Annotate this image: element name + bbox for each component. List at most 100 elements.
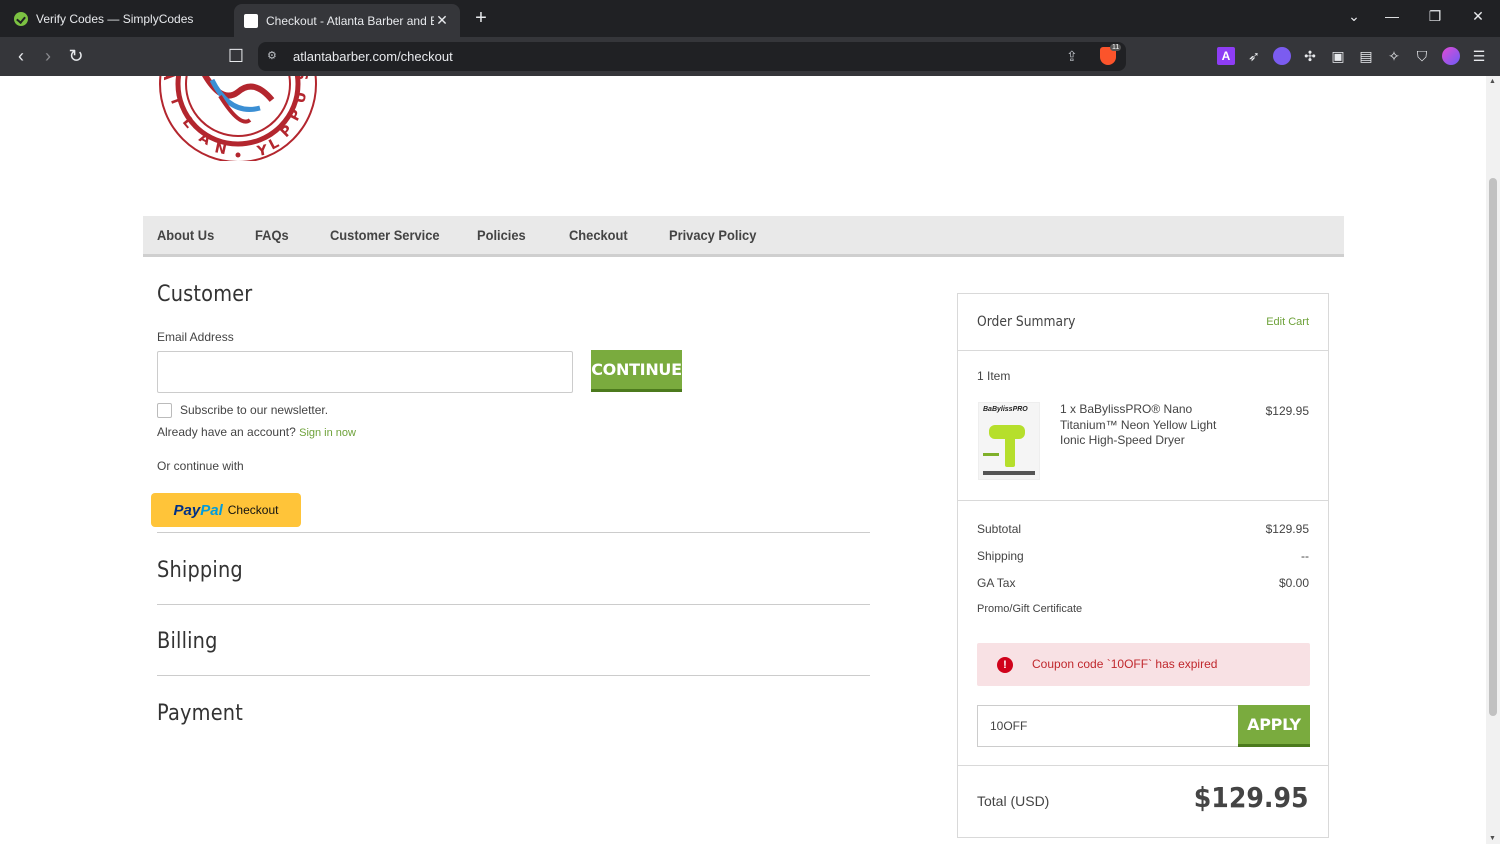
tab-simplycodes[interactable]: Verify Codes — SimplyCodes: [4, 4, 226, 33]
sign-in-link[interactable]: Sign in now: [299, 427, 356, 439]
promo-gift-link[interactable]: Promo/Gift Certificate: [977, 603, 1309, 615]
subtotal-row: Subtotal $129.95: [977, 522, 1309, 536]
product-image: BaBylissPRO: [978, 402, 1040, 480]
continue-with-label: Or continue with: [157, 459, 244, 473]
shipping-heading: Shipping: [157, 558, 243, 583]
shields-count-badge: 11: [1110, 44, 1122, 51]
svg-text:P: P: [286, 107, 305, 124]
reload-button[interactable]: ↻: [65, 45, 87, 67]
new-tab-button[interactable]: +: [470, 7, 492, 30]
close-window-button[interactable]: ✕: [1468, 8, 1488, 25]
checkout-page: A T L A N Y L P P U S About Us FAQs Cust…: [0, 76, 1486, 844]
subtotal-label: Subtotal: [977, 522, 1022, 536]
newsletter-label[interactable]: Subscribe to our newsletter.: [180, 403, 328, 417]
divider: [157, 675, 870, 676]
email-field[interactable]: [157, 351, 573, 393]
item-count: 1 Item: [977, 369, 1011, 383]
address-bar[interactable]: ⚙ atlantabarber.com/checkout ⇪ 11: [258, 42, 1126, 71]
coupon-code-input[interactable]: 10OFF: [977, 705, 1239, 747]
svg-text:A: A: [160, 76, 179, 81]
profile-avatar-icon[interactable]: [1442, 47, 1460, 65]
tab-search-chevron-icon[interactable]: ⌄: [1344, 8, 1364, 25]
divider: [958, 350, 1328, 351]
scroll-up-icon[interactable]: ▲: [1489, 78, 1496, 85]
product-brand: BaBylissPRO: [983, 406, 1028, 413]
svg-text:U: U: [292, 90, 310, 104]
divider: [157, 532, 870, 533]
scroll-down-icon[interactable]: ▼: [1489, 835, 1496, 842]
edit-cart-link[interactable]: Edit Cart: [1266, 316, 1309, 328]
order-summary: Order Summary Edit Cart 1 Item BaBylissP…: [957, 293, 1329, 838]
svg-text:N: N: [213, 140, 228, 158]
simplycodes-icon: [14, 11, 28, 26]
vpn-shield-icon[interactable]: ⛉: [1413, 47, 1431, 65]
nav-policies[interactable]: Policies: [477, 227, 526, 243]
minimize-button[interactable]: —: [1382, 8, 1402, 24]
payment-heading: Payment: [157, 701, 243, 726]
extensions-puzzle-icon[interactable]: ✣: [1301, 47, 1319, 65]
paypal-checkout-label: Checkout: [227, 503, 279, 517]
tab-checkout[interactable]: Checkout - Atlanta Barber and B ✕: [234, 4, 460, 37]
have-account-label: Already have an account?: [157, 425, 296, 439]
close-tab-icon[interactable]: ✕: [434, 12, 450, 29]
coupon-error-message: Coupon code `10OFF` has expired: [1032, 657, 1218, 671]
restore-button[interactable]: ❐: [1425, 8, 1445, 25]
wallet-icon[interactable]: ▤: [1357, 47, 1375, 65]
paypal-logo-pal: Pal: [200, 501, 223, 519]
page-scrollbar[interactable]: ▲ ▼: [1486, 76, 1500, 844]
sidebar-icon[interactable]: ▣: [1329, 47, 1347, 65]
shipping-row: Shipping --: [977, 549, 1309, 563]
tax-value: $0.00: [1278, 576, 1309, 590]
nav-about-us[interactable]: About Us: [157, 227, 214, 243]
main-nav: About Us FAQs Customer Service Policies …: [143, 216, 1344, 257]
error-icon: !: [997, 657, 1013, 673]
browser-toolbar: ‹ › ↻ ☐ ⚙ atlantabarber.com/checkout ⇪ 1…: [0, 37, 1500, 76]
browser-tabbar: Verify Codes — SimplyCodes Checkout - At…: [0, 0, 1500, 37]
coupon-error-alert: ! Coupon code `10OFF` has expired: [977, 643, 1310, 686]
nav-faqs[interactable]: FAQs: [255, 227, 289, 243]
url-text[interactable]: atlantabarber.com/checkout: [293, 49, 453, 64]
divider: [958, 500, 1328, 501]
order-summary-title: Order Summary: [977, 314, 1076, 330]
total-label: Total (USD): [977, 793, 1050, 809]
apply-button[interactable]: APPLY: [1238, 705, 1310, 747]
billing-heading: Billing: [157, 629, 218, 654]
svg-text:S: S: [296, 76, 312, 80]
product-name: 1 x BaBylissPRO® Nano Titanium™ Neon Yel…: [1060, 402, 1217, 447]
nav-privacy-policy[interactable]: Privacy Policy: [669, 227, 756, 243]
tab-title: Verify Codes — SimplyCodes: [36, 11, 194, 26]
nav-customer-service[interactable]: Customer Service: [330, 227, 440, 243]
share-icon[interactable]: ⇪: [1066, 48, 1078, 65]
continue-button[interactable]: CONTINUE: [591, 350, 682, 392]
page-favicon-icon: [244, 13, 258, 28]
customer-heading: Customer: [157, 282, 253, 307]
atlanta-barber-logo[interactable]: A T L A N Y L P P U S: [150, 76, 320, 161]
svg-text:Y: Y: [255, 142, 270, 160]
divider: [157, 604, 870, 605]
product-price: $129.95: [1265, 404, 1309, 418]
email-label: Email Address: [157, 330, 234, 344]
total-value: $129.95: [1194, 781, 1309, 814]
shipping-value: --: [1301, 549, 1309, 563]
shipping-label: Shipping: [977, 549, 1024, 563]
nav-checkout[interactable]: Checkout: [569, 227, 628, 243]
tab-title: Checkout - Atlanta Barber and B: [266, 13, 434, 28]
subtotal-value: $129.95: [1265, 522, 1309, 536]
scrollbar-thumb[interactable]: [1489, 178, 1497, 716]
have-account-text: Already have an account? Sign in now: [157, 425, 356, 439]
extension-a-icon[interactable]: A: [1217, 47, 1235, 65]
extension-bird-icon[interactable]: ➶: [1245, 47, 1263, 65]
divider: [958, 765, 1328, 766]
back-button[interactable]: ‹: [10, 45, 32, 67]
svg-text:L: L: [179, 114, 197, 131]
forward-button[interactable]: ›: [37, 45, 59, 67]
leo-ai-icon[interactable]: ✧: [1385, 47, 1403, 65]
extension-purple-icon[interactable]: [1273, 47, 1291, 65]
paypal-logo-pay: Pay: [173, 501, 201, 519]
paypal-checkout-button[interactable]: Pay Pal Checkout: [151, 493, 301, 527]
newsletter-checkbox[interactable]: [157, 403, 172, 418]
menu-icon[interactable]: ☰: [1470, 47, 1488, 65]
tax-row: GA Tax $0.00: [977, 576, 1309, 590]
bookmark-icon[interactable]: ☐: [225, 45, 247, 67]
site-info-icon[interactable]: ⚙: [267, 49, 281, 63]
